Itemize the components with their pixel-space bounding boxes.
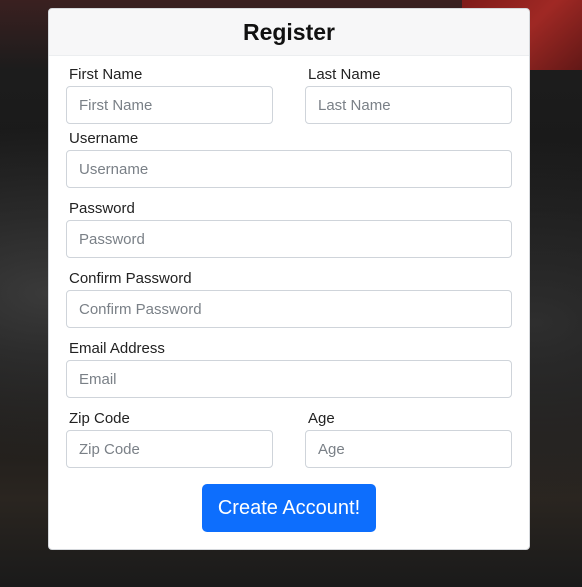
register-card: Register First Name Last Name Username P… [48, 8, 530, 550]
username-label: Username [69, 130, 139, 147]
last-name-label: Last Name [308, 66, 381, 83]
first-name-input[interactable] [66, 86, 273, 124]
password-label: Password [69, 200, 135, 217]
email-input[interactable] [66, 360, 512, 398]
last-name-input[interactable] [305, 86, 512, 124]
zip-code-label: Zip Code [69, 410, 130, 427]
email-label: Email Address [69, 340, 165, 357]
age-label: Age [308, 410, 335, 427]
age-input[interactable] [305, 430, 512, 468]
password-input[interactable] [66, 220, 512, 258]
zip-code-input[interactable] [66, 430, 273, 468]
card-header: Register [49, 9, 529, 56]
confirm-password-label: Confirm Password [69, 270, 192, 287]
page-title: Register [242, 18, 336, 45]
username-input[interactable] [66, 150, 512, 188]
confirm-password-input[interactable] [66, 290, 512, 328]
first-name-label: First Name [69, 66, 143, 83]
create-account-button[interactable]: Create Account! [202, 484, 376, 532]
